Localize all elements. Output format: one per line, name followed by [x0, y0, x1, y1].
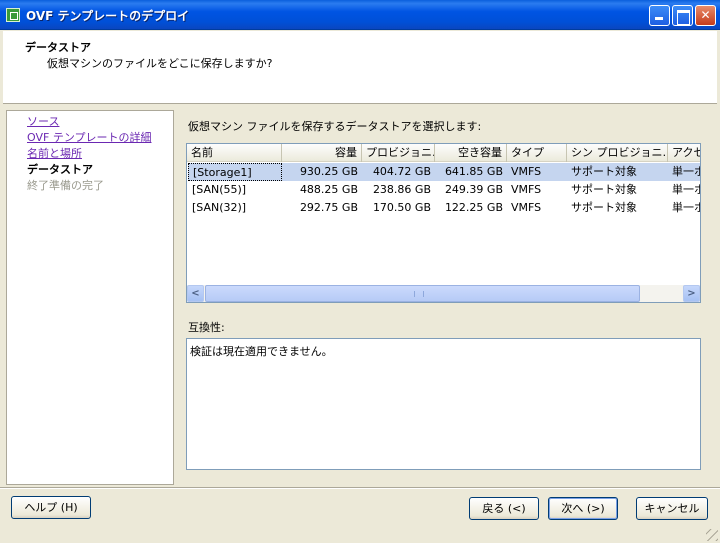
- compatibility-box: 検証は現在適用できません。: [186, 338, 701, 470]
- title-bar[interactable]: OVF テンプレートのデプロイ ✕: [0, 0, 720, 30]
- cell-thin-provisioning: サポート対象: [571, 165, 637, 178]
- cell-type: VMFS: [511, 165, 542, 178]
- page-subtitle: 仮想マシンのファイルをどこに保存しますか?: [47, 57, 273, 70]
- cell-thin-provisioning: サポート対象: [571, 183, 637, 196]
- step-datastore: データストア: [27, 163, 93, 176]
- cell-capacity: 292.75 GB: [299, 201, 358, 214]
- cell-free-space: 122.25 GB: [444, 201, 503, 214]
- scroll-thumb[interactable]: [205, 285, 640, 302]
- cell-provisioned: 404.72 GB: [372, 165, 431, 178]
- scroll-left-button[interactable]: <: [187, 285, 204, 302]
- table-row[interactable]: [SAN(32)] 292.75 GB 170.50 GB 122.25 GB …: [188, 199, 700, 217]
- close-button[interactable]: ✕: [695, 5, 716, 26]
- column-capacity[interactable]: 容量: [282, 144, 362, 162]
- grip-icon: [414, 291, 424, 297]
- datastore-table[interactable]: 名前 容量 プロビジョニ… 空き容量 タイプ シン プロビジョニ… アクセ [S…: [186, 143, 701, 303]
- close-icon: ✕: [700, 8, 711, 22]
- table-row[interactable]: [Storage1] 930.25 GB 404.72 GB 641.85 GB…: [188, 163, 700, 181]
- resize-grip-icon[interactable]: [706, 529, 718, 541]
- wizard-steps: ソース OVF テンプレートの詳細 名前と場所 データストア 終了準備の完了: [6, 110, 174, 485]
- cell-name: [SAN(32)]: [192, 201, 247, 214]
- next-button[interactable]: 次へ (>): [548, 497, 618, 520]
- column-thin-provisioning[interactable]: シン プロビジョニ…: [567, 144, 668, 162]
- datastore-instruction: 仮想マシン ファイルを保存するデータストアを選択します:: [188, 120, 482, 133]
- cell-name: [SAN(55)]: [192, 183, 247, 196]
- help-button[interactable]: ヘルプ (H): [11, 496, 91, 519]
- wizard-header: データストア 仮想マシンのファイルをどこに保存しますか?: [3, 31, 717, 104]
- table-horizontal-scrollbar[interactable]: < >: [187, 285, 700, 302]
- page-title: データストア: [25, 41, 91, 54]
- window-title: OVF テンプレートのデプロイ: [26, 9, 190, 23]
- cell-free-space: 641.85 GB: [444, 165, 503, 178]
- cell-provisioned: 238.86 GB: [372, 183, 431, 196]
- column-type[interactable]: タイプ: [507, 144, 567, 162]
- cell-access: 単一ホスト: [672, 201, 700, 214]
- cell-type: VMFS: [511, 183, 542, 196]
- column-free-space[interactable]: 空き容量: [435, 144, 507, 162]
- back-button[interactable]: 戻る (<): [469, 497, 539, 520]
- maximize-button[interactable]: [672, 5, 693, 26]
- column-access[interactable]: アクセ: [668, 144, 700, 162]
- table-header: 名前 容量 プロビジョニ… 空き容量 タイプ シン プロビジョニ… アクセ: [187, 144, 700, 162]
- cell-provisioned: 170.50 GB: [372, 201, 431, 214]
- cell-capacity: 488.25 GB: [299, 183, 358, 196]
- cell-free-space: 249.39 GB: [444, 183, 503, 196]
- step-name-location[interactable]: 名前と場所: [27, 145, 82, 161]
- app-icon: [6, 8, 20, 22]
- step-source[interactable]: ソース: [27, 113, 59, 129]
- chevron-right-icon: >: [687, 288, 696, 299]
- cell-access: 単一ホスト: [672, 183, 700, 196]
- column-name[interactable]: 名前: [187, 144, 282, 162]
- cell-access: 単一ホスト: [672, 165, 700, 178]
- cancel-button[interactable]: キャンセル: [636, 497, 708, 520]
- cell-thin-provisioning: サポート対象: [571, 201, 637, 214]
- step-ovf-details[interactable]: OVF テンプレートの詳細: [27, 129, 151, 145]
- cell-capacity: 930.25 GB: [299, 165, 358, 178]
- compatibility-label: 互換性:: [188, 321, 225, 334]
- cell-type: VMFS: [511, 201, 542, 214]
- minimize-button[interactable]: [649, 5, 670, 26]
- step-ready-to-complete: 終了準備の完了: [27, 179, 104, 192]
- footer-divider: [0, 487, 720, 489]
- column-provisioned[interactable]: プロビジョニ…: [362, 144, 435, 162]
- cell-name: [Storage1]: [188, 163, 282, 181]
- scroll-right-button[interactable]: >: [683, 285, 700, 302]
- compatibility-message: 検証は現在適用できません。: [190, 345, 333, 358]
- chevron-left-icon: <: [191, 288, 200, 299]
- table-row[interactable]: [SAN(55)] 488.25 GB 238.86 GB 249.39 GB …: [188, 181, 700, 199]
